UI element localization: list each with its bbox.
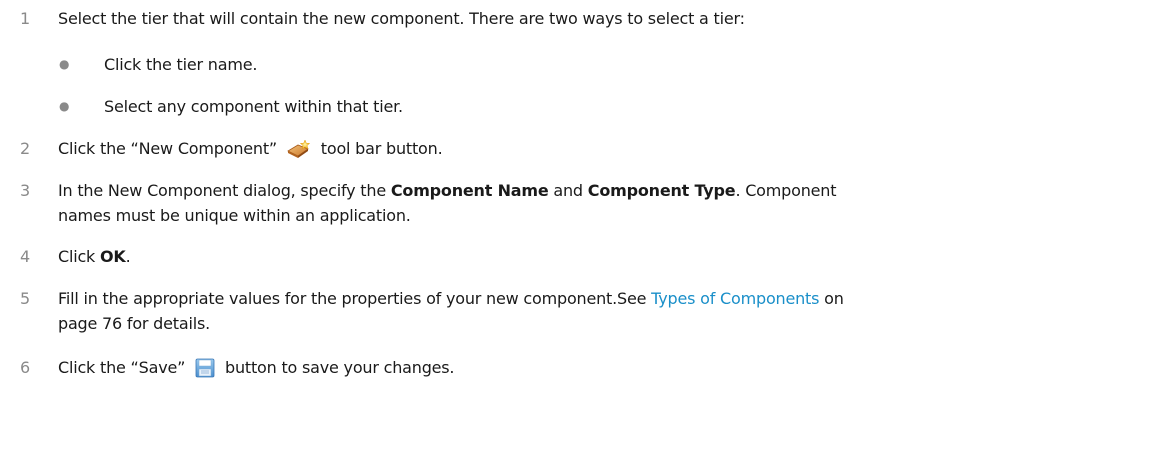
bullet-dot: ● [59,99,70,113]
types-of-components-link[interactable]: Types of Components [651,289,819,308]
step-text: Click the “Save” button to save your cha… [58,355,1148,385]
step-number: 1 [20,9,30,28]
step-text-before: Fill in the appropriate values for the p… [58,289,647,308]
step-text-mid: and [553,181,583,200]
step-text-after: tool bar button. [320,139,443,158]
procedure-steps: 1 Select the tier that will contain the … [0,0,1171,455]
step-text: Click the “New Component” tool bar butto… [58,136,1148,166]
ok-label: OK [100,247,126,266]
step-number: 4 [20,247,30,266]
step-text: Click OK. [58,244,1148,269]
step-text-after: . Component [735,181,837,200]
step-text-line2: page 76 for details. [58,314,210,333]
step-text-before: Click [58,247,96,266]
step-number: 3 [20,181,30,200]
step-number: 2 [20,139,30,158]
step-number: 5 [20,289,30,308]
step-text-after: button to save your changes. [225,358,455,377]
component-name-label: Component Name [390,181,549,200]
step-text-before: Click the “New Component” [58,139,278,158]
new-component-icon [286,139,312,166]
step-text-line2: names must be unique within an applicati… [58,206,411,225]
step-number: 6 [20,358,30,377]
bullet-text: Click the tier name. [104,55,258,74]
step-text: Fill in the appropriate values for the p… [58,286,1148,336]
step-text-after: . [125,247,131,266]
bullet-dot: ● [59,57,70,71]
save-icon [194,358,216,385]
bullet-text: Select any component within that tier. [104,97,403,116]
step-text: In the New Component dialog, specify the… [58,178,1148,228]
step-text: Select the tier that will contain the ne… [58,9,745,28]
step-text-before: In the New Component dialog, specify the [58,181,386,200]
component-type-label: Component Type [587,181,736,200]
step-text-after: on [824,289,844,308]
step-text-before: Click the “Save” [58,358,186,377]
